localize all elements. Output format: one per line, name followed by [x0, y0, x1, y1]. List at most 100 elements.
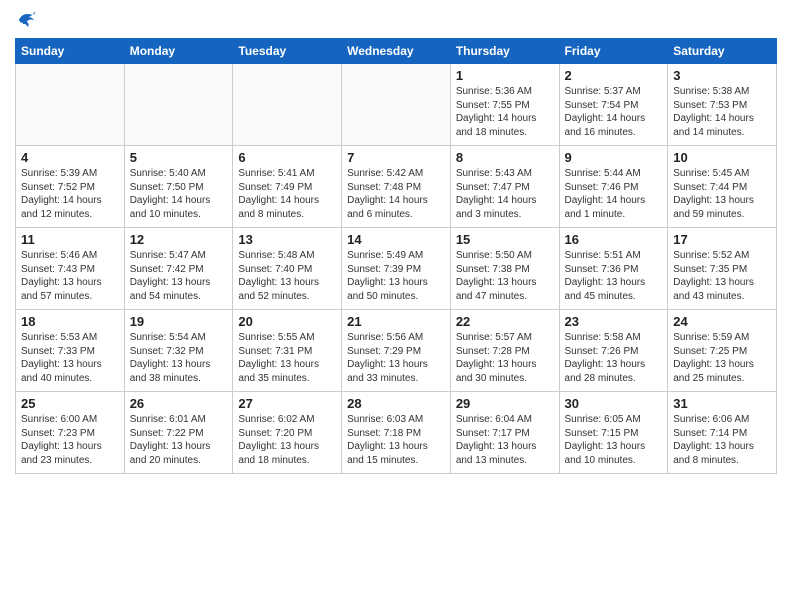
- day-info: Sunrise: 6:04 AMSunset: 7:17 PMDaylight:…: [456, 413, 554, 467]
- calendar-cell: 31 Sunrise: 6:06 AMSunset: 7:14 PMDayligh…: [668, 392, 777, 474]
- day-number: 7: [347, 150, 445, 165]
- day-number: 14: [347, 232, 445, 247]
- calendar-week-row: 4 Sunrise: 5:39 AMSunset: 7:52 PMDaylight…: [16, 146, 777, 228]
- calendar-cell: 4 Sunrise: 5:39 AMSunset: 7:52 PMDaylight…: [16, 146, 125, 228]
- calendar-cell: 26 Sunrise: 6:01 AMSunset: 7:22 PMDayligh…: [124, 392, 233, 474]
- day-number: 5: [130, 150, 228, 165]
- day-number: 26: [130, 396, 228, 411]
- calendar-dow-wednesday: Wednesday: [342, 39, 451, 64]
- day-info: Sunrise: 5:45 AMSunset: 7:44 PMDaylight:…: [673, 167, 771, 221]
- calendar-cell: 8Sunrise: 5:43 AMSunset: 7:47 PMDaylight…: [450, 146, 559, 228]
- page-container: SundayMondayTuesdayWednesdayThursdayFrid…: [0, 0, 792, 479]
- calendar-cell: 17 Sunrise: 5:52 AMSunset: 7:35 PMDayligh…: [668, 228, 777, 310]
- calendar-header-row: SundayMondayTuesdayWednesdayThursdayFrid…: [16, 39, 777, 64]
- day-info: Sunrise: 6:06 AMSunset: 7:14 PMDaylight:…: [673, 413, 771, 467]
- calendar-cell: 13 Sunrise: 5:48 AMSunset: 7:40 PMDayligh…: [233, 228, 342, 310]
- calendar-cell: 23 Sunrise: 5:58 AMSunset: 7:26 PMDayligh…: [559, 310, 668, 392]
- header: [15, 10, 777, 30]
- day-number: 6: [238, 150, 336, 165]
- day-number: 10: [673, 150, 771, 165]
- day-number: 13: [238, 232, 336, 247]
- day-info: Sunrise: 5:52 AMSunset: 7:35 PMDaylight:…: [673, 249, 771, 303]
- calendar-week-row: 1 Sunrise: 5:36 AMSunset: 7:55 PMDaylight…: [16, 64, 777, 146]
- day-number: 23: [565, 314, 663, 329]
- day-number: 1: [456, 68, 554, 83]
- day-info: Sunrise: 5:55 AMSunset: 7:31 PMDaylight:…: [238, 331, 336, 385]
- day-info: Sunrise: 5:59 AMSunset: 7:25 PMDaylight:…: [673, 331, 771, 385]
- calendar-cell: 3 Sunrise: 5:38 AMSunset: 7:53 PMDaylight…: [668, 64, 777, 146]
- day-info: Sunrise: 6:05 AMSunset: 7:15 PMDaylight:…: [565, 413, 663, 467]
- day-info: Sunrise: 5:41 AMSunset: 7:49 PMDaylight:…: [238, 167, 336, 221]
- day-number: 16: [565, 232, 663, 247]
- day-info: Sunrise: 6:03 AMSunset: 7:18 PMDaylight:…: [347, 413, 445, 467]
- day-number: 17: [673, 232, 771, 247]
- calendar-table: SundayMondayTuesdayWednesdayThursdayFrid…: [15, 38, 777, 474]
- day-info: Sunrise: 5:36 AMSunset: 7:55 PMDaylight:…: [456, 85, 554, 139]
- logo-bird-icon: [15, 10, 37, 30]
- day-info: Sunrise: 5:51 AMSunset: 7:36 PMDaylight:…: [565, 249, 663, 303]
- day-number: 22: [456, 314, 554, 329]
- calendar-cell: 18 Sunrise: 5:53 AMSunset: 7:33 PMDayligh…: [16, 310, 125, 392]
- day-info: Sunrise: 5:47 AMSunset: 7:42 PMDaylight:…: [130, 249, 228, 303]
- calendar-cell: 12 Sunrise: 5:47 AMSunset: 7:42 PMDayligh…: [124, 228, 233, 310]
- day-number: 20: [238, 314, 336, 329]
- day-info: Sunrise: 5:37 AMSunset: 7:54 PMDaylight:…: [565, 85, 663, 139]
- calendar-cell: 21 Sunrise: 5:56 AMSunset: 7:29 PMDayligh…: [342, 310, 451, 392]
- day-number: 2: [565, 68, 663, 83]
- day-number: 21: [347, 314, 445, 329]
- day-info: Sunrise: 5:54 AMSunset: 7:32 PMDaylight:…: [130, 331, 228, 385]
- day-info: Sunrise: 5:46 AMSunset: 7:43 PMDaylight:…: [21, 249, 119, 303]
- calendar-dow-monday: Monday: [124, 39, 233, 64]
- day-info: Sunrise: 5:57 AMSunset: 7:28 PMDaylight:…: [456, 331, 554, 385]
- day-info: Sunrise: 5:56 AMSunset: 7:29 PMDaylight:…: [347, 331, 445, 385]
- day-number: 24: [673, 314, 771, 329]
- calendar-cell: 19 Sunrise: 5:54 AMSunset: 7:32 PMDayligh…: [124, 310, 233, 392]
- day-number: 30: [565, 396, 663, 411]
- calendar-dow-friday: Friday: [559, 39, 668, 64]
- day-number: 4: [21, 150, 119, 165]
- day-info: Sunrise: 5:39 AMSunset: 7:52 PMDaylight:…: [21, 167, 119, 221]
- calendar-week-row: 18 Sunrise: 5:53 AMSunset: 7:33 PMDayligh…: [16, 310, 777, 392]
- day-info: Sunrise: 5:40 AMSunset: 7:50 PMDaylight:…: [130, 167, 228, 221]
- day-number: 15: [456, 232, 554, 247]
- day-info: Sunrise: 5:38 AMSunset: 7:53 PMDaylight:…: [673, 85, 771, 139]
- day-info: Sunrise: 5:58 AMSunset: 7:26 PMDaylight:…: [565, 331, 663, 385]
- calendar-cell: 10 Sunrise: 5:45 AMSunset: 7:44 PMDayligh…: [668, 146, 777, 228]
- calendar-cell: 1 Sunrise: 5:36 AMSunset: 7:55 PMDaylight…: [450, 64, 559, 146]
- day-info: Sunrise: 6:00 AMSunset: 7:23 PMDaylight:…: [21, 413, 119, 467]
- day-number: 31: [673, 396, 771, 411]
- calendar-cell: [124, 64, 233, 146]
- calendar-cell: [342, 64, 451, 146]
- calendar-dow-sunday: Sunday: [16, 39, 125, 64]
- day-number: 25: [21, 396, 119, 411]
- calendar-cell: 27Sunrise: 6:02 AMSunset: 7:20 PMDayligh…: [233, 392, 342, 474]
- day-number: 3: [673, 68, 771, 83]
- calendar-dow-tuesday: Tuesday: [233, 39, 342, 64]
- calendar-dow-thursday: Thursday: [450, 39, 559, 64]
- calendar-cell: 11 Sunrise: 5:46 AMSunset: 7:43 PMDayligh…: [16, 228, 125, 310]
- day-number: 29: [456, 396, 554, 411]
- day-info: Sunrise: 5:48 AMSunset: 7:40 PMDaylight:…: [238, 249, 336, 303]
- calendar-cell: 7 Sunrise: 5:42 AMSunset: 7:48 PMDaylight…: [342, 146, 451, 228]
- calendar-cell: 24 Sunrise: 5:59 AMSunset: 7:25 PMDayligh…: [668, 310, 777, 392]
- day-number: 18: [21, 314, 119, 329]
- day-info: Sunrise: 5:49 AMSunset: 7:39 PMDaylight:…: [347, 249, 445, 303]
- calendar-cell: 29 Sunrise: 6:04 AMSunset: 7:17 PMDayligh…: [450, 392, 559, 474]
- calendar-cell: 15Sunrise: 5:50 AMSunset: 7:38 PMDayligh…: [450, 228, 559, 310]
- day-info: Sunrise: 5:53 AMSunset: 7:33 PMDaylight:…: [21, 331, 119, 385]
- day-info: Sunrise: 5:42 AMSunset: 7:48 PMDaylight:…: [347, 167, 445, 221]
- day-number: 11: [21, 232, 119, 247]
- calendar-cell: 2 Sunrise: 5:37 AMSunset: 7:54 PMDaylight…: [559, 64, 668, 146]
- calendar-week-row: 25 Sunrise: 6:00 AMSunset: 7:23 PMDayligh…: [16, 392, 777, 474]
- day-number: 28: [347, 396, 445, 411]
- logo: [15, 10, 41, 30]
- day-info: Sunrise: 5:43 AMSunset: 7:47 PMDaylight:…: [456, 167, 554, 221]
- day-info: Sunrise: 5:44 AMSunset: 7:46 PMDaylight:…: [565, 167, 663, 221]
- calendar-cell: 30 Sunrise: 6:05 AMSunset: 7:15 PMDayligh…: [559, 392, 668, 474]
- day-number: 12: [130, 232, 228, 247]
- calendar-cell: 25 Sunrise: 6:00 AMSunset: 7:23 PMDayligh…: [16, 392, 125, 474]
- day-info: Sunrise: 6:01 AMSunset: 7:22 PMDaylight:…: [130, 413, 228, 467]
- calendar-cell: 16 Sunrise: 5:51 AMSunset: 7:36 PMDayligh…: [559, 228, 668, 310]
- day-number: 27: [238, 396, 336, 411]
- day-number: 19: [130, 314, 228, 329]
